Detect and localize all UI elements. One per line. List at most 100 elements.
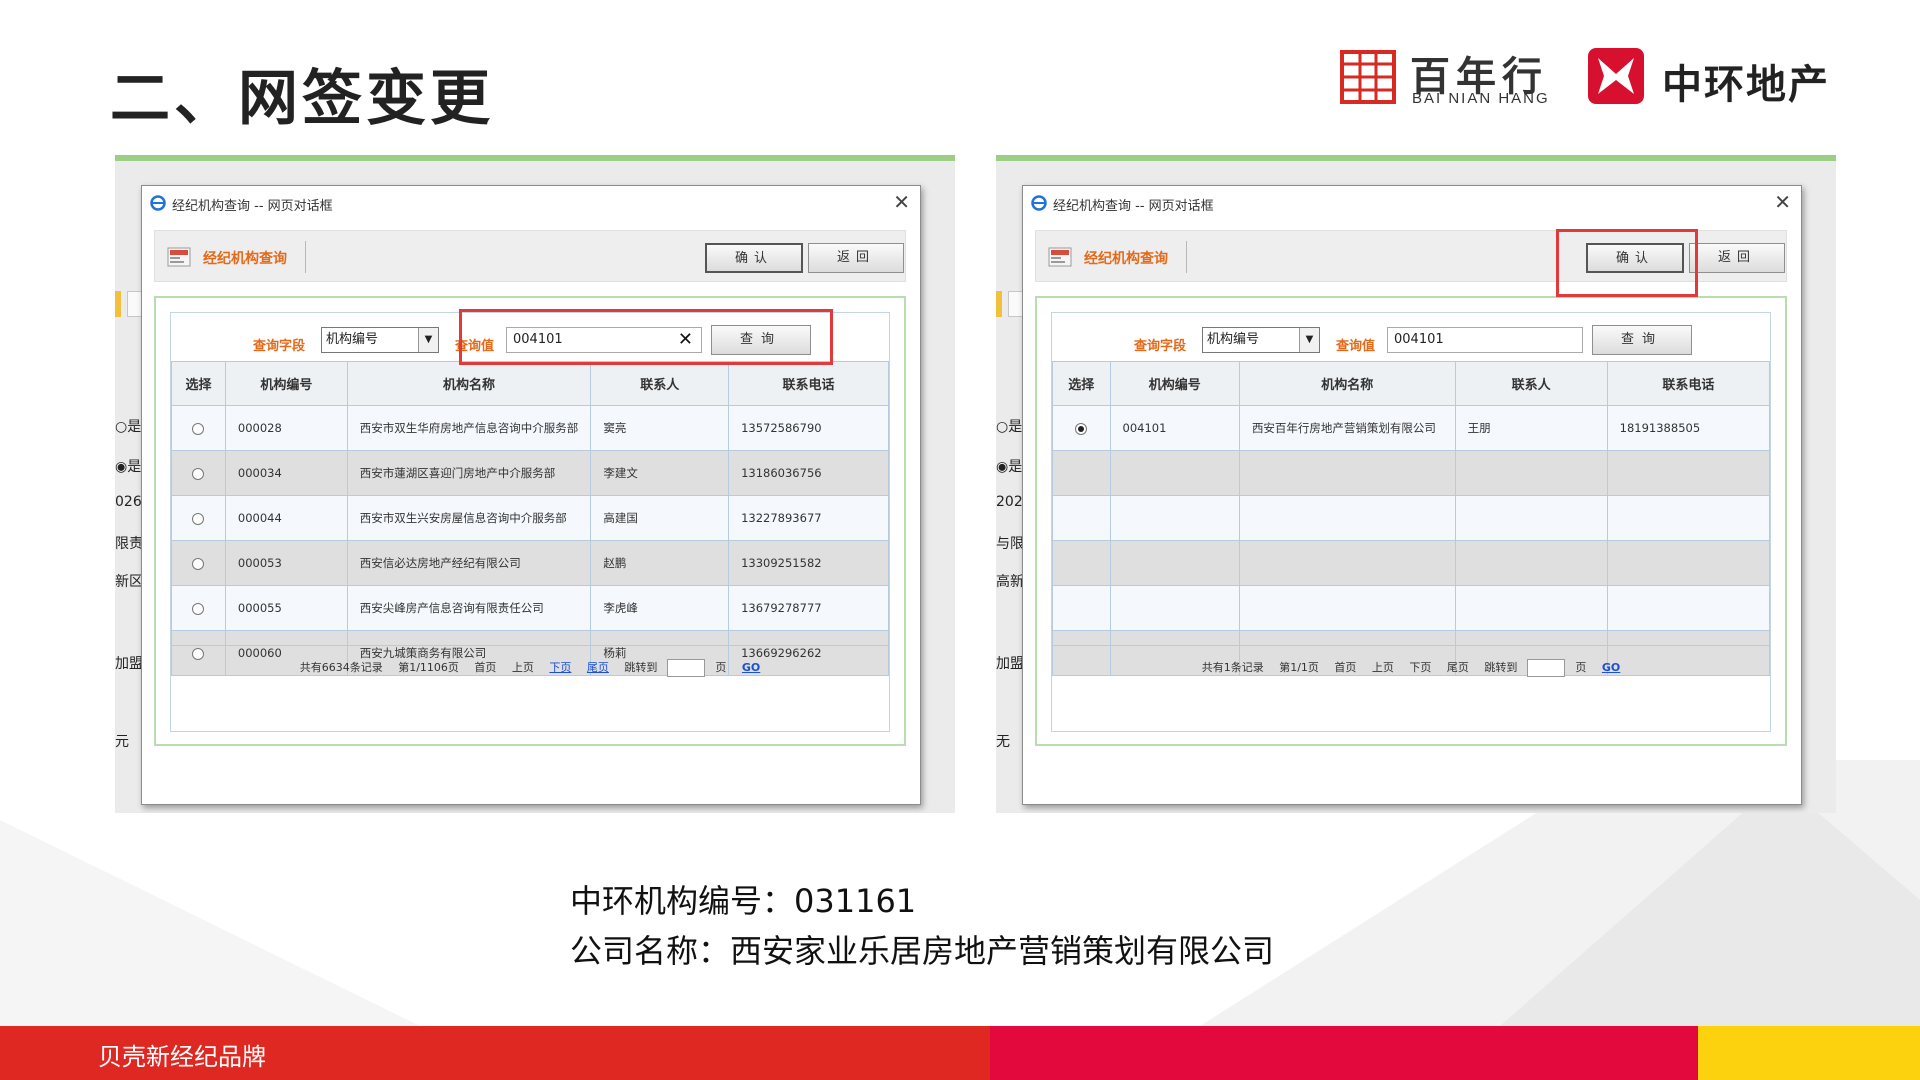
table-row[interactable]: 000028 西安市双生华府房地产信息咨询中介服务部 窦亮 1357258679… [171, 405, 889, 451]
empty-cell [1454, 450, 1608, 496]
jump-label: 跳转到 [624, 661, 658, 674]
bg-fragment: 无 [996, 734, 1010, 750]
left-screenshot-panel: ○是 ◉是 026- 限责 新区 加盟馬 元 经纪机构查询 -- 网页对话框 ✕… [115, 155, 955, 813]
go-button[interactable]: GO [742, 661, 760, 674]
query-field-select[interactable]: 机构编号 ▼ [321, 327, 439, 353]
select-cell[interactable] [1052, 405, 1111, 451]
confirm-button[interactable]: 确认 [705, 243, 803, 273]
row-radio[interactable] [192, 602, 205, 615]
empty-cell [1109, 585, 1240, 631]
next-page-link[interactable]: 下页 [1409, 661, 1431, 674]
close-icon[interactable]: ✕ [893, 190, 910, 214]
org-id-cell: 000028 [224, 405, 348, 451]
query-field-value: 机构编号 [326, 332, 379, 347]
column-header: 联系电话 [1606, 361, 1771, 406]
org-id-cell: 000034 [224, 450, 348, 496]
table-row[interactable]: 000034 西安市蓮湖区喜迎门房地产中介服务部 李建文 13186036756 [171, 450, 889, 496]
row-radio[interactable] [192, 467, 205, 480]
org-id-cell: 004101 [1109, 405, 1240, 451]
org-name-cell: 西安市蓮湖区喜迎门房地产中介服务部 [346, 450, 592, 496]
page-indicator: 第1/1页 [1279, 661, 1319, 674]
phone-cell: 13186036756 [728, 450, 889, 496]
header-label: 经纪机构查询 [203, 251, 287, 267]
empty-cell [1238, 585, 1456, 631]
page-title: 二、网签变更 [110, 64, 494, 134]
select-cell[interactable] [171, 540, 226, 586]
org-name-cell: 西安百年行房地产营销策划有限公司 [1238, 405, 1456, 451]
query-field-select[interactable]: 机构编号 ▼ [1202, 327, 1320, 353]
highlight-confirm-box [1556, 229, 1698, 297]
ie-icon [150, 195, 166, 211]
go-button[interactable]: GO [1602, 661, 1620, 674]
select-cell[interactable] [171, 495, 226, 541]
select-cell[interactable] [171, 450, 226, 496]
table-row [1052, 495, 1771, 541]
org-name-cell: 西安市双生华府房地产信息咨询中介服务部 [346, 405, 592, 451]
prev-page-link[interactable]: 上页 [512, 661, 534, 674]
last-page-link[interactable]: 尾页 [587, 661, 609, 674]
phone-cell: 13309251582 [728, 540, 889, 586]
contact-cell: 李虎峰 [590, 585, 730, 631]
query-button[interactable]: 查询 [1592, 325, 1692, 355]
row-radio-selected[interactable] [1075, 422, 1088, 435]
bainianhang-logo: 百年行 BAI NIAN HANG [1340, 48, 1560, 108]
empty-cell [1238, 450, 1456, 496]
table-row [1052, 585, 1771, 631]
select-cell[interactable] [171, 585, 226, 631]
jump-page-input[interactable] [667, 659, 706, 677]
org-id-cell: 000044 [224, 495, 348, 541]
pagination: 共有1条记录 第1/1页 首页 上页 下页 尾页 跳转到 页 GO [1052, 645, 1770, 689]
page-unit: 页 [715, 661, 727, 674]
first-page-link[interactable]: 首页 [474, 661, 496, 674]
bg-fragment: 元 [115, 734, 129, 750]
jump-page-input[interactable] [1527, 659, 1566, 677]
footer-bar-yellow [1698, 1026, 1920, 1080]
page-indicator: 第1/1106页 [398, 661, 459, 674]
table-row[interactable]: 000053 西安信必达房地产经纪有限公司 赵鹏 13309251582 [171, 540, 889, 586]
table-row[interactable]: 000055 西安尖峰房产信息咨询有限责任公司 李虎峰 13679278777 [171, 585, 889, 631]
bg-fragment: ◉是 [115, 459, 142, 475]
close-icon[interactable]: ✕ [1774, 190, 1791, 214]
query-value-input[interactable]: 004101 [1387, 327, 1583, 353]
org-id-cell: 000055 [224, 585, 348, 631]
contact-cell: 高建国 [590, 495, 730, 541]
back-button[interactable]: 返回 [1689, 243, 1785, 273]
query-field-value: 机构编号 [1207, 332, 1260, 347]
empty-cell [1052, 450, 1111, 496]
empty-cell [1052, 495, 1111, 541]
bainianhang-mark-icon [1340, 50, 1396, 104]
row-radio[interactable] [192, 512, 205, 525]
empty-cell [1109, 450, 1240, 496]
header-divider [305, 241, 306, 273]
ie-icon [1031, 195, 1047, 211]
empty-cell [1454, 540, 1608, 586]
next-page-link[interactable]: 下页 [549, 661, 571, 674]
company-name-line: 公司名称：西安家业乐居房地产营销策划有限公司 [570, 932, 1275, 970]
row-radio[interactable] [192, 422, 205, 435]
prev-page-link[interactable]: 上页 [1372, 661, 1394, 674]
query-module-icon [167, 247, 191, 267]
org-table: 选择 机构编号 机构名称 联系人 联系电话 000028 西安市双生华府房地产信… [171, 361, 889, 676]
chevron-down-icon[interactable]: ▼ [1299, 328, 1319, 352]
footer-bar-crimson [990, 1026, 1698, 1080]
empty-cell [1109, 540, 1240, 586]
first-page-link[interactable]: 首页 [1334, 661, 1356, 674]
column-header: 联系电话 [728, 361, 889, 406]
table-row[interactable]: 000044 西安市双生兴安房屋信息咨询中介服务部 高建国 1322789367… [171, 495, 889, 541]
zhonghuan-name: 中环地产 [1662, 62, 1830, 108]
dialog-titlebar: 经纪机构查询 -- 网页对话框 ✕ [142, 186, 920, 222]
table-row[interactable]: 004101 西安百年行房地产营销策划有限公司 王朋 18191388505 [1052, 405, 1771, 451]
select-cell[interactable] [171, 405, 226, 451]
row-radio[interactable] [192, 557, 205, 570]
empty-cell [1052, 540, 1111, 586]
bg-fragment: ○是 [996, 419, 1023, 435]
empty-cell [1606, 585, 1771, 631]
highlight-query-box [459, 309, 833, 365]
back-button[interactable]: 返回 [808, 243, 904, 273]
org-name-cell: 西安信必达房地产经纪有限公司 [346, 540, 592, 586]
chevron-down-icon[interactable]: ▼ [418, 328, 438, 352]
phone-cell: 13572586790 [728, 405, 889, 451]
dialog-body: 查询字段 机构编号 ▼ 查询值 004101 查询 选择 机构编号 机构名称 联… [1035, 296, 1787, 746]
phone-cell: 13227893677 [728, 495, 889, 541]
last-page-link[interactable]: 尾页 [1447, 661, 1469, 674]
